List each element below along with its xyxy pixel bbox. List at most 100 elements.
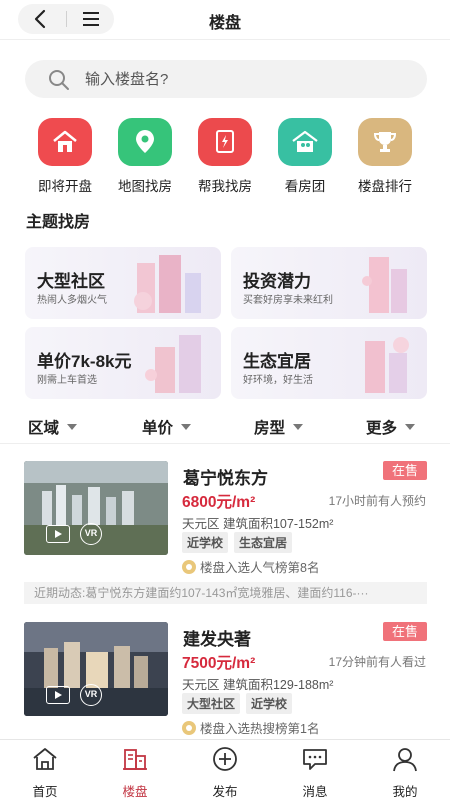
tab-label: 发布	[212, 785, 238, 799]
play-video-icon[interactable]	[46, 686, 70, 704]
theme-card-title: 生态宜居	[243, 352, 311, 371]
medal-icon	[182, 720, 196, 735]
listing-tag: 大型社区	[182, 693, 241, 714]
listing-tag: 生态宜居	[234, 532, 293, 553]
medal-icon	[182, 559, 196, 574]
rank-text: 楼盘入选人气榜第8名	[200, 561, 320, 575]
quick-action-label: 看房团	[284, 179, 326, 194]
listing-photo[interactable]: VR	[24, 461, 168, 555]
hamburger-icon	[83, 12, 99, 26]
tab-label: 楼盘	[122, 785, 148, 799]
tab-publish[interactable]: 发布	[180, 746, 270, 800]
listing-price: 7500元/m²	[182, 655, 256, 672]
listing-photo[interactable]: VR	[24, 622, 168, 716]
tab-messages[interactable]: 消息	[270, 746, 360, 800]
buildings-illustration	[365, 337, 409, 393]
listing-tag: 近学校	[182, 532, 229, 553]
status-badge: 在售	[383, 461, 427, 480]
quick-actions: 即将开盘 地图找房 帮我找房 看房团 楼盘排行	[0, 118, 450, 198]
top-bar: 楼盘	[0, 0, 450, 40]
quick-action-map-search[interactable]: 地图找房	[105, 118, 185, 195]
listing-activity: 17小时前有人预约	[328, 494, 426, 508]
house-people-icon	[278, 118, 332, 166]
rank-text: 楼盘入选热搜榜第1名	[200, 722, 320, 736]
quick-action-opening-soon[interactable]: 即将开盘	[25, 118, 105, 195]
filter-label: 房型	[254, 420, 286, 437]
theme-card-large-community[interactable]: 大型社区 热闹人多烟火气	[25, 247, 221, 319]
quick-action-ranking[interactable]: 楼盘排行	[345, 118, 425, 195]
quick-action-tour-group[interactable]: 看房团	[265, 118, 345, 195]
map-pin-icon	[118, 118, 172, 166]
chevron-left-icon	[34, 9, 46, 29]
theme-card-subtitle: 热闹人多烟火气	[37, 295, 107, 306]
filter-room-type[interactable]: 房型	[254, 416, 304, 438]
listing-tags: 大型社区 近学校	[182, 693, 298, 714]
listing-activity: 17分钟前有人看过	[328, 655, 426, 669]
buildings-illustration	[145, 335, 201, 393]
theme-card-investment[interactable]: 投资潜力 买套好房享未来红利	[231, 247, 427, 319]
bottom-nav: 首页 楼盘 发布 消息 我的	[0, 739, 450, 800]
listing-rank: 楼盘入选人气榜第8名	[182, 557, 319, 576]
tab-buildings[interactable]: 楼盘	[90, 746, 180, 800]
search-input[interactable]	[85, 60, 405, 98]
vr-icon[interactable]: VR	[80, 523, 102, 545]
caret-down-icon	[67, 424, 78, 430]
quick-action-help-find[interactable]: 帮我找房	[185, 118, 265, 195]
filter-region[interactable]: 区域	[28, 416, 78, 438]
tab-label: 首页	[32, 785, 58, 799]
tab-home[interactable]: 首页	[0, 746, 90, 800]
quick-action-label: 帮我找房	[198, 179, 252, 194]
tab-profile[interactable]: 我的	[360, 746, 450, 800]
caret-down-icon	[405, 424, 416, 430]
buildings-icon	[123, 749, 147, 770]
status-badge: 在售	[383, 622, 427, 641]
buildings-illustration	[362, 257, 407, 313]
listing-area: 天元区 建筑面积129-188m²	[182, 678, 334, 692]
trophy-icon	[358, 118, 412, 166]
search-bar[interactable]	[25, 60, 427, 98]
quick-action-label: 楼盘排行	[358, 179, 412, 194]
quick-action-label: 地图找房	[118, 179, 172, 194]
listing-tags: 近学校 生态宜居	[182, 532, 298, 553]
theme-card-title: 单价7k-8k元	[37, 352, 132, 371]
search-icon	[49, 70, 69, 90]
filter-more[interactable]: 更多	[366, 416, 416, 438]
vr-icon[interactable]: VR	[80, 684, 102, 706]
listing-name: 建发央著	[183, 630, 251, 649]
play-video-icon[interactable]	[46, 525, 70, 543]
plus-circle-icon	[213, 747, 237, 771]
caret-down-icon	[293, 424, 304, 430]
capsule-divider	[66, 11, 67, 27]
filter-bar: 区域 单价 房型 更多	[0, 410, 450, 444]
theme-card-price-range[interactable]: 单价7k-8k元 刚需上车首选	[25, 327, 221, 399]
filter-label: 单价	[142, 420, 174, 437]
caret-down-icon	[181, 424, 192, 430]
theme-card-subtitle: 买套好房享未来红利	[243, 295, 333, 306]
section-title: 主题找房	[26, 214, 91, 231]
listing-rank: 楼盘入选热搜榜第1名	[182, 718, 319, 737]
theme-card-eco-living[interactable]: 生态宜居 好环境，好生活	[231, 327, 427, 399]
tab-label: 消息	[302, 785, 328, 799]
tab-label: 我的	[392, 785, 418, 799]
theme-card-title: 投资潜力	[243, 272, 311, 291]
theme-card-subtitle: 刚需上车首选	[37, 375, 97, 386]
theme-card-title: 大型社区	[37, 272, 105, 291]
quick-action-label: 即将开盘	[38, 179, 92, 194]
home-icon	[38, 118, 92, 166]
filter-unit-price[interactable]: 单价	[142, 416, 192, 438]
listing-card[interactable]: VR 葛宁悦东方 在售 6800元/m² 17小时前有人预约 天元区 建筑面积1…	[0, 461, 450, 591]
theme-card-subtitle: 好环境，好生活	[243, 375, 313, 386]
home-outline-icon	[33, 748, 57, 770]
nav-capsule	[18, 4, 114, 34]
listing-area: 天元区 建筑面积107-152m²	[182, 517, 334, 531]
chat-bubble-icon	[303, 749, 327, 770]
back-button[interactable]	[28, 7, 54, 31]
filter-label: 区域	[28, 420, 60, 437]
listing-name: 葛宁悦东方	[183, 469, 268, 488]
listing-card[interactable]: VR 建发央著 在售 7500元/m² 17分钟前有人看过 天元区 建筑面积12…	[0, 622, 450, 752]
listing-news[interactable]: 近期动态:葛宁悦东方建面约107-143㎡宽境雅居、建面约116-···	[24, 582, 427, 604]
user-icon	[393, 748, 417, 772]
listing-price: 6800元/m²	[182, 494, 256, 511]
menu-button[interactable]	[78, 7, 104, 31]
flash-document-icon	[198, 118, 252, 166]
